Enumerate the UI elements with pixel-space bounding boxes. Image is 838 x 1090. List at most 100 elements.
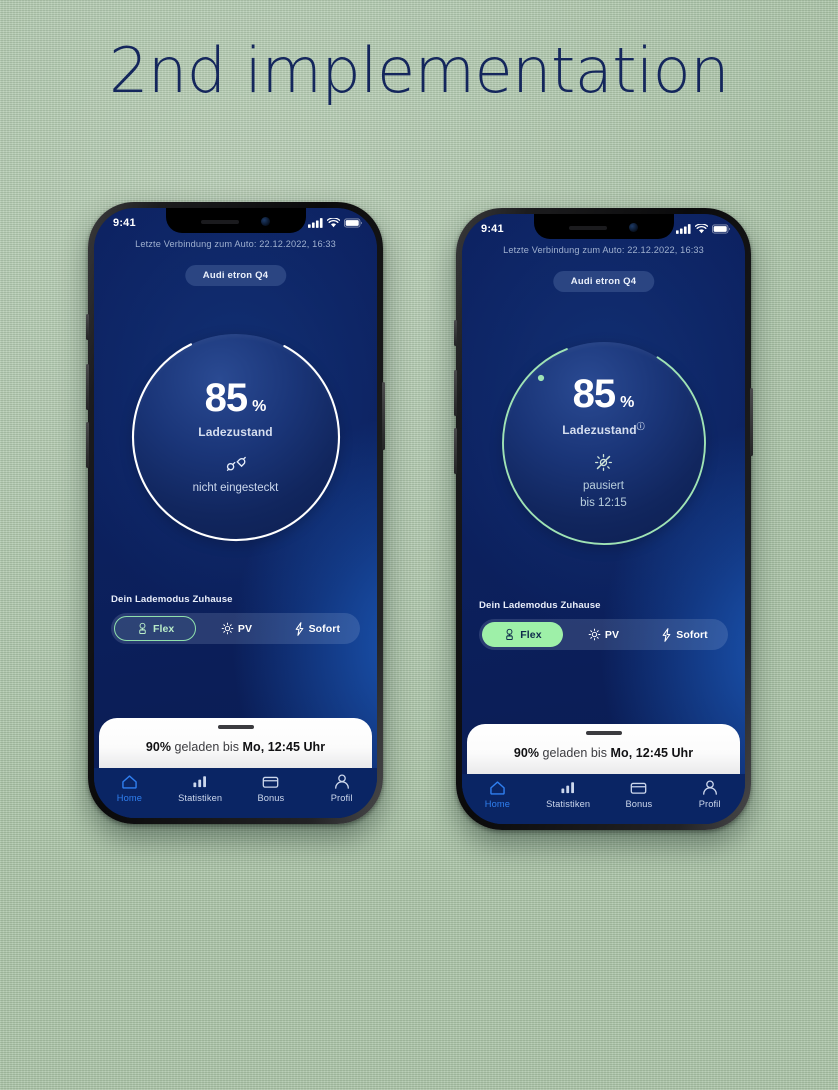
cellular-bars-icon — [308, 218, 323, 228]
tab-home-label: Home — [116, 793, 142, 803]
tab-statistiken-label: Statistiken — [178, 793, 223, 803]
charge-forecast-time: Mo, 12:45 Uhr — [610, 745, 694, 760]
tab-profil-label: Profil — [698, 799, 721, 809]
info-icon[interactable]: ⓘ — [637, 422, 645, 431]
gauge-center-content: 85 % Ladezustand nicht eingesteckt — [127, 328, 345, 546]
charge-status-line-2: bis 12:15 — [580, 497, 627, 509]
soc-label-text: Ladezustand — [198, 424, 273, 439]
bottom-sheet-2[interactable]: 90% geladen bis Mo, 12:45 Uhr — [467, 724, 740, 778]
mode-option-sofort-label: Sofort — [308, 622, 341, 635]
soc-label: Ladezustand — [198, 425, 272, 439]
tab-home[interactable]: Home — [94, 773, 165, 803]
soc-label: Ladezustandⓘ — [562, 421, 645, 437]
last-connection-label: Letzte Verbindung zum Auto: 22.12.2022, … — [135, 239, 336, 249]
tab-home-label: Home — [484, 799, 510, 809]
charging-mode-section-2: Dein Lademodus Zuhause Flex PV Sofort — [479, 600, 728, 650]
mode-option-pv[interactable]: PV — [196, 616, 276, 641]
bolt-icon — [662, 627, 671, 642]
tab-bonus[interactable]: Bonus — [604, 779, 675, 809]
mode-option-pv-label: PV — [604, 628, 620, 641]
mode-option-flex-label: Flex — [152, 622, 175, 635]
charge-forecast-text: 90% geladen bis Mo, 12:45 Uhr — [146, 740, 325, 754]
soc-unit: % — [620, 394, 635, 412]
charging-mode-segmented-control[interactable]: Flex PV Sofort — [479, 619, 728, 650]
mode-option-sofort-label: Sofort — [676, 628, 708, 641]
mode-option-sofort[interactable]: Sofort — [644, 622, 725, 647]
plug-flex-icon — [139, 622, 146, 635]
last-connection-label: Letzte Verbindung zum Auto: 22.12.2022, … — [503, 245, 704, 255]
device-notch — [533, 214, 674, 239]
tab-statistiken[interactable]: Statistiken — [165, 773, 236, 803]
mode-option-sofort[interactable]: Sofort — [277, 616, 357, 641]
power-button[interactable] — [750, 388, 753, 456]
charging-mode-title: Dein Lademodus Zuhause — [111, 594, 233, 605]
mode-option-flex[interactable]: Flex — [482, 622, 563, 647]
bar-chart-icon — [560, 779, 576, 796]
wallet-icon — [262, 773, 279, 790]
status-time: 9:41 — [113, 217, 136, 229]
cellular-bars-icon — [676, 224, 691, 234]
tab-profil[interactable]: Profil — [674, 779, 745, 809]
mute-switch[interactable] — [454, 320, 457, 346]
battery-icon — [344, 218, 362, 228]
mode-option-pv[interactable]: PV — [563, 622, 644, 647]
plug-disconnected-icon — [224, 455, 248, 473]
plug-flex-icon — [506, 628, 514, 641]
soc-unit: % — [252, 397, 267, 415]
volume-up-button[interactable] — [454, 370, 457, 416]
charge-gauge-1[interactable]: 85 % Ladezustand nicht eingesteckt — [127, 328, 345, 546]
bottom-sheet-1[interactable]: 90% geladen bis Mo, 12:45 Uhr — [99, 718, 372, 772]
sheet-drag-handle[interactable] — [585, 731, 622, 735]
front-camera-icon — [261, 217, 270, 226]
bottom-tab-bar-1[interactable]: Home Statistiken Bonus Profil — [94, 768, 377, 818]
soc-value: 85 — [572, 372, 616, 417]
volume-down-button[interactable] — [454, 428, 457, 474]
wifi-icon — [327, 218, 340, 228]
charge-status-text: nicht eingesteckt — [193, 480, 279, 497]
tab-bonus-label: Bonus — [257, 793, 285, 803]
person-icon — [702, 779, 718, 796]
wallet-icon — [630, 779, 647, 796]
charge-status-text: pausiert bis 12:15 — [580, 478, 627, 511]
vehicle-selector-chip[interactable]: Audi etron Q4 — [184, 265, 287, 286]
battery-icon — [712, 224, 730, 234]
sun-icon — [588, 628, 601, 641]
charge-forecast-percent: 90% — [145, 739, 171, 754]
sun-paused-icon — [594, 453, 613, 471]
charging-mode-title: Dein Lademodus Zuhause — [479, 600, 601, 611]
page-title: 2nd implementation — [108, 34, 730, 107]
state-of-charge-row: 85 % — [205, 378, 267, 418]
tab-home[interactable]: Home — [462, 779, 533, 809]
tab-bonus-label: Bonus — [625, 799, 653, 809]
tab-statistiken-label: Statistiken — [546, 799, 591, 809]
sheet-drag-handle[interactable] — [217, 725, 254, 729]
tab-statistiken[interactable]: Statistiken — [533, 779, 604, 809]
mute-switch[interactable] — [86, 314, 89, 340]
tab-bonus[interactable]: Bonus — [236, 773, 307, 803]
charge-forecast-middle: geladen bis — [539, 745, 611, 760]
phone-screen-1: 9:41 Letzte Verbindung zum Auto: 22.12.2… — [94, 208, 377, 818]
speaker-icon — [201, 219, 239, 224]
phone-screen-2: 9:41 Letzte Verbindung zum Auto: 22.12.2… — [462, 214, 745, 824]
bar-chart-icon — [192, 773, 208, 790]
wifi-icon — [695, 224, 708, 234]
charge-forecast-time: Mo, 12:45 Uhr — [242, 739, 326, 754]
state-of-charge-row: 85 % — [573, 374, 635, 414]
charging-mode-segmented-control[interactable]: Flex PV Sofort — [111, 613, 360, 644]
mode-option-flex[interactable]: Flex — [114, 616, 197, 641]
power-button[interactable] — [382, 382, 385, 450]
bottom-tab-bar-2[interactable]: Home Statistiken Bonus Profil — [462, 774, 745, 824]
speaker-icon — [569, 225, 607, 230]
status-time: 9:41 — [481, 223, 504, 235]
soc-value: 85 — [204, 375, 248, 420]
front-camera-icon — [629, 223, 638, 232]
mode-option-flex-label: Flex — [520, 628, 542, 641]
charge-gauge-2[interactable]: 85 % Ladezustandⓘ pausiert bis 12:15 — [497, 336, 711, 550]
bolt-icon — [295, 621, 303, 636]
person-icon — [334, 773, 350, 790]
tab-profil[interactable]: Profil — [306, 773, 377, 803]
volume-down-button[interactable] — [86, 422, 89, 468]
vehicle-selector-chip[interactable]: Audi etron Q4 — [552, 271, 655, 292]
volume-up-button[interactable] — [86, 364, 89, 410]
sun-icon — [221, 622, 234, 635]
